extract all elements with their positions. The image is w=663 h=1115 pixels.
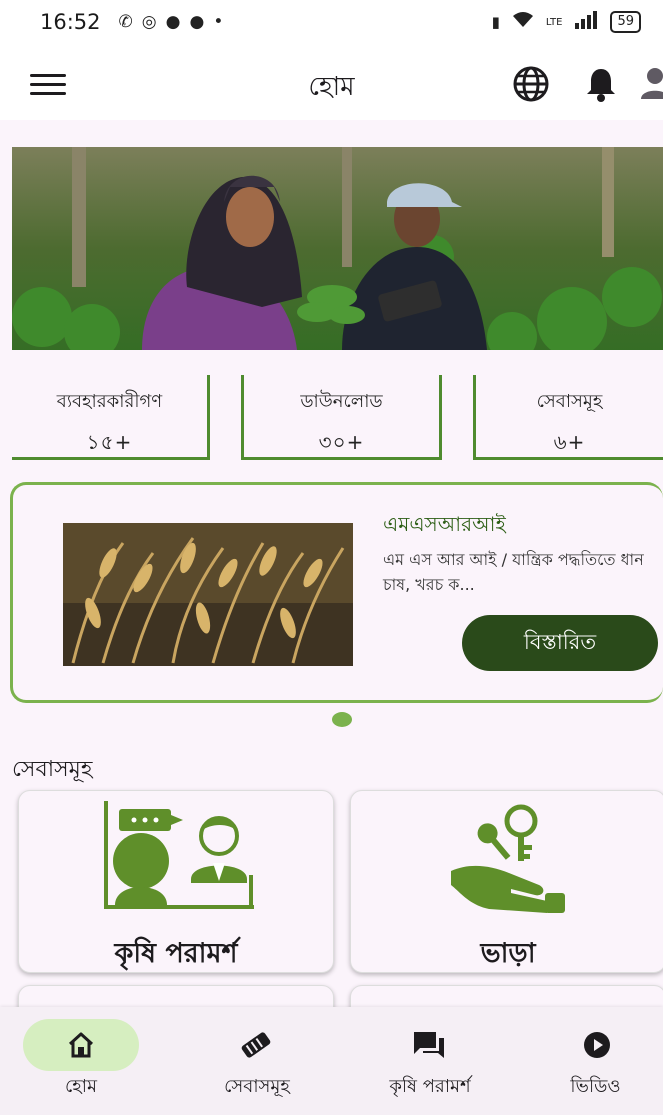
- stat-users: ব্যবহারকারীগণ ১৫+: [12, 375, 210, 460]
- details-button[interactable]: বিস্তারিত: [462, 615, 658, 671]
- app-bar: হোম: [0, 44, 663, 120]
- nav-label: সেবাসমূহ: [224, 1076, 290, 1097]
- home-icon: [68, 1032, 94, 1058]
- nav-item-services[interactable]: সেবাসমূহ: [182, 1007, 332, 1115]
- stat-value: ১৫+: [86, 430, 133, 454]
- stat-label: ব্যবহারকারীগণ: [56, 391, 163, 412]
- consultation-icon: [104, 801, 254, 909]
- status-right: ▮ LTE 59: [492, 11, 641, 33]
- play-icon: [584, 1032, 610, 1058]
- stat-label: সেবাসমূহ: [536, 391, 603, 412]
- stat-services: সেবাসমূহ ৬+: [473, 375, 663, 460]
- dot-icon: •: [213, 12, 224, 32]
- promo-carousel-card[interactable]: এমএসআরআই এম এস আর আই / যান্ত্রিক পদ্ধতিত…: [10, 482, 663, 703]
- promo-description: এম এস আর আই / যান্ত্রিক পদ্ধতিতে ধান চাষ…: [383, 550, 644, 594]
- globe-icon[interactable]: [512, 65, 550, 103]
- whatsapp-icon: ✆: [118, 12, 133, 32]
- nav-item-consultation[interactable]: কৃষি পরামর্শ: [352, 1007, 508, 1115]
- vibrate-icon: ▮: [491, 13, 500, 31]
- page-title: হোম: [308, 72, 355, 102]
- network-type: LTE: [545, 16, 563, 28]
- service-card-consultation[interactable]: কৃষি পরামর্শ: [18, 790, 334, 973]
- line-icon: ●: [189, 12, 205, 32]
- nav-item-home[interactable]: হোম: [0, 1007, 162, 1115]
- stat-downloads: ডাউনলোড ৩০+: [241, 375, 442, 460]
- service-label: কৃষি পরামর্শ: [114, 938, 238, 969]
- notification-bell-icon[interactable]: [584, 66, 618, 102]
- promo-title: এমএসআরআই: [383, 512, 506, 536]
- battery-indicator: 59: [610, 11, 641, 33]
- hero-banner-image: [12, 147, 663, 350]
- rice-field-image: [63, 523, 353, 666]
- bottom-navigation: হোম সেবাসমূহ কৃষি পরামর্শ ভিডিও: [0, 1007, 663, 1115]
- stat-value: ৬+: [553, 430, 586, 454]
- service-label: ভাড়া: [480, 938, 536, 969]
- stat-label: ডাউনলোড: [300, 391, 383, 412]
- user-icon[interactable]: [640, 66, 663, 100]
- chat-icon: [414, 1032, 444, 1058]
- status-time: 16:52: [40, 10, 101, 34]
- nav-label: কৃষি পরামর্শ: [389, 1076, 471, 1097]
- services-icon: [241, 1032, 271, 1058]
- messenger-icon: ◎: [141, 12, 157, 32]
- signal-icon: [574, 11, 598, 33]
- nav-item-video[interactable]: ভিডিও: [528, 1007, 663, 1115]
- notification-icons: ✆ ◎ ● ● •: [119, 12, 224, 32]
- stat-value: ৩০+: [318, 430, 365, 454]
- chat-bubble-icon: ●: [165, 12, 181, 32]
- status-bar: 16:52 ✆ ◎ ● ● • ▮ LTE 59: [0, 0, 663, 44]
- nav-label: হোম: [65, 1076, 97, 1097]
- nav-label: ভিডিও: [570, 1076, 621, 1097]
- service-card-rent[interactable]: ভাড়া: [350, 790, 663, 973]
- rent-key-icon: [451, 804, 565, 913]
- services-section-title: সেবাসমূহ: [12, 757, 93, 782]
- wifi-icon: [512, 11, 534, 33]
- carousel-indicator[interactable]: [332, 712, 352, 727]
